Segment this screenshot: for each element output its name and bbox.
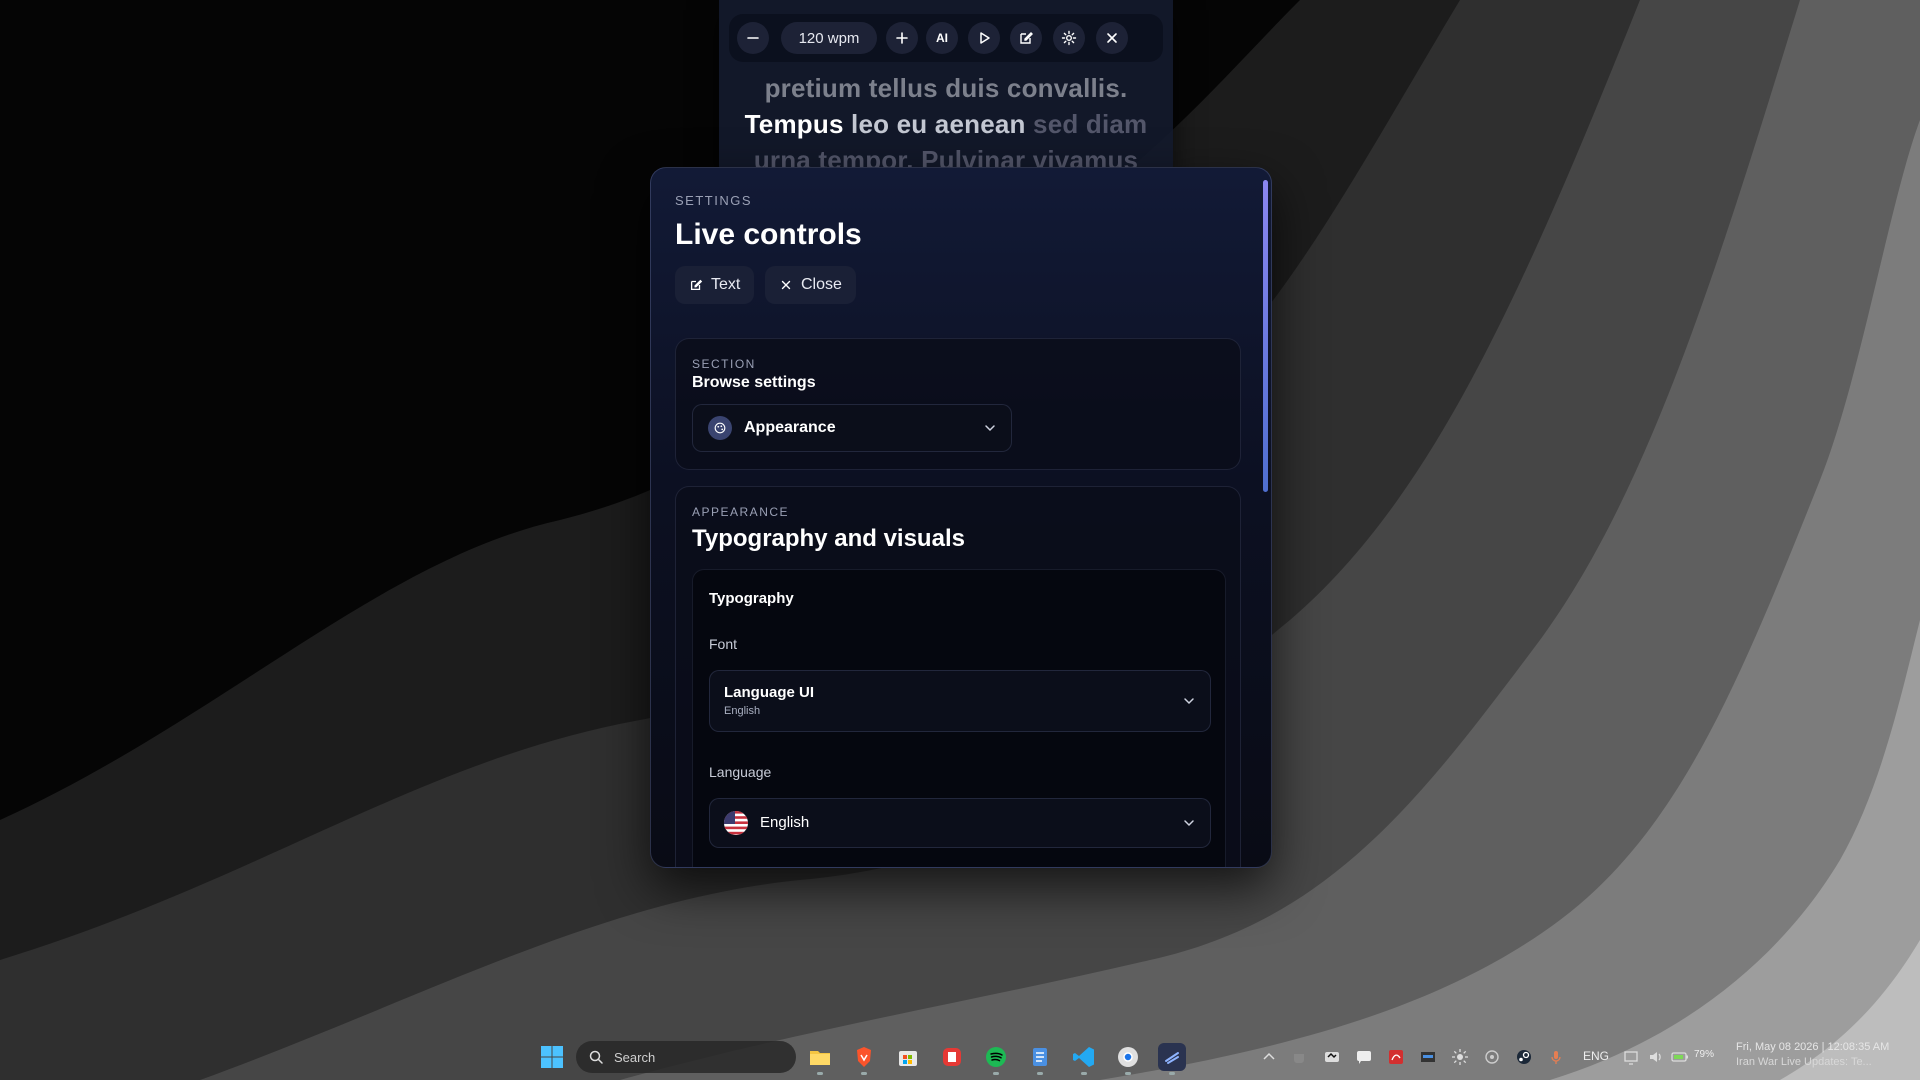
reader-widget: 120 wpm AI pretium tellus duis convallis… bbox=[719, 0, 1173, 180]
windows-start-icon[interactable] bbox=[540, 1045, 564, 1069]
battery-percent: 79% bbox=[1694, 1049, 1715, 1060]
vscode-icon[interactable] bbox=[1070, 1043, 1098, 1075]
clock[interactable]: Fri, May 08 2026 | 12:08:35 AM Iran War … bbox=[1736, 1040, 1889, 1070]
panel-eyebrow: SETTINGS bbox=[675, 193, 753, 208]
section-subtitle: Browse settings bbox=[692, 374, 816, 391]
brightness-icon[interactable] bbox=[1451, 1048, 1469, 1066]
current-word: Tempus bbox=[744, 109, 844, 139]
reader-line: pretium tellus duis convallis. bbox=[719, 70, 1173, 106]
close-button-label: Close bbox=[801, 276, 842, 293]
appearance-card: APPEARANCE Typography and visuals Typogr… bbox=[675, 486, 1241, 867]
ai-button[interactable]: AI bbox=[926, 22, 958, 54]
close-reader-button[interactable] bbox=[1096, 22, 1128, 54]
search-placeholder: Search bbox=[614, 1049, 656, 1065]
clock-datetime: Fri, May 08 2026 | 12:08:35 AM bbox=[1736, 1041, 1890, 1053]
appearance-eyebrow: APPEARANCE bbox=[692, 505, 790, 519]
cloud-icon[interactable] bbox=[1323, 1048, 1341, 1066]
settings-panel: SETTINGS Live controls Text Close SECTIO… bbox=[650, 167, 1272, 868]
reader-app-icon[interactable] bbox=[1158, 1043, 1186, 1075]
speed-display: 120 wpm bbox=[781, 22, 877, 54]
taskbar-search[interactable]: Search bbox=[576, 1041, 796, 1073]
text-button-label: Text bbox=[711, 276, 741, 293]
section-dropdown[interactable]: Appearance bbox=[692, 404, 1012, 452]
monitor-icon[interactable] bbox=[1419, 1048, 1437, 1066]
notepad-icon[interactable] bbox=[1026, 1043, 1054, 1075]
play-icon bbox=[980, 32, 990, 44]
increase-speed-button[interactable] bbox=[886, 22, 918, 54]
section-eyebrow: SECTION bbox=[692, 357, 756, 371]
reader-line: Tempus leo eu aenean sed diam bbox=[719, 106, 1173, 142]
reader-word-segment: leo eu aenean bbox=[843, 109, 1034, 139]
spotify-icon[interactable] bbox=[982, 1043, 1010, 1075]
close-icon bbox=[781, 280, 791, 290]
typography-group: Typography Font Language UI English Lang… bbox=[692, 569, 1226, 867]
microphone-icon[interactable] bbox=[1547, 1048, 1565, 1066]
chevron-down-icon bbox=[1184, 820, 1194, 827]
typography-title: Typography bbox=[709, 590, 794, 607]
chrome-icon[interactable] bbox=[1114, 1043, 1142, 1075]
text-button[interactable]: Text bbox=[675, 266, 755, 304]
gear-icon bbox=[1061, 30, 1077, 46]
reader-toolbar: 120 wpm AI bbox=[729, 14, 1163, 62]
font-select[interactable]: Language UI English bbox=[709, 670, 1211, 732]
minus-icon bbox=[747, 37, 759, 39]
panel-title: Live controls bbox=[675, 218, 862, 251]
input-language[interactable]: ENG bbox=[1583, 1049, 1609, 1063]
plus-icon bbox=[896, 32, 908, 44]
reader-word-segment: sed diam bbox=[1033, 109, 1148, 139]
play-button[interactable] bbox=[968, 22, 1000, 54]
edit-icon bbox=[690, 279, 703, 291]
language-value: English bbox=[760, 814, 810, 831]
chevron-up-icon[interactable] bbox=[1260, 1048, 1278, 1066]
steam-icon[interactable] bbox=[1515, 1048, 1533, 1066]
news-ticker[interactable]: Iran War Live Updates: Te... bbox=[1736, 1055, 1889, 1070]
section-card: SECTION Browse settings Appearance bbox=[675, 338, 1241, 470]
font-label: Font bbox=[709, 636, 738, 652]
reader-word-segment: pretium tellus duis convallis. bbox=[764, 73, 1128, 103]
ai-label: AI bbox=[936, 31, 948, 45]
font-subtext: English bbox=[724, 705, 761, 717]
pdf-icon[interactable] bbox=[1387, 1048, 1405, 1066]
file-explorer-icon[interactable] bbox=[806, 1043, 834, 1075]
settings-button[interactable] bbox=[1053, 22, 1085, 54]
edit-text-button[interactable] bbox=[1010, 22, 1042, 54]
chevron-down-icon bbox=[1184, 698, 1194, 705]
section-selected: Appearance bbox=[744, 419, 836, 436]
cup-icon[interactable] bbox=[1291, 1048, 1309, 1066]
store-icon[interactable] bbox=[894, 1043, 922, 1071]
language-label: Language bbox=[709, 764, 772, 780]
volume-icon[interactable] bbox=[1647, 1048, 1665, 1066]
taskbar: Search ENG 79% Fri, May 08 2026 | 12:08:… bbox=[0, 1034, 1920, 1080]
network-icon[interactable] bbox=[1623, 1048, 1641, 1066]
search-icon bbox=[589, 1050, 603, 1064]
appearance-title: Typography and visuals bbox=[692, 525, 965, 552]
panel-scrollbar[interactable] bbox=[1263, 180, 1268, 492]
decrease-speed-button[interactable] bbox=[737, 22, 769, 54]
us-flag-icon bbox=[724, 811, 748, 835]
chevron-down-icon bbox=[985, 425, 995, 432]
font-value: Language UI bbox=[724, 684, 815, 701]
brave-browser-icon[interactable] bbox=[850, 1043, 878, 1075]
palette-icon bbox=[708, 416, 732, 440]
chat-icon[interactable] bbox=[1355, 1048, 1373, 1066]
reader-text: pretium tellus duis convallis. Tempus leo… bbox=[719, 70, 1173, 178]
close-icon bbox=[1107, 33, 1117, 43]
battery-icon[interactable] bbox=[1671, 1048, 1689, 1066]
sync-icon[interactable] bbox=[1483, 1048, 1501, 1066]
close-button[interactable]: Close bbox=[765, 266, 856, 304]
language-select[interactable]: English bbox=[709, 798, 1211, 848]
notes-app-icon[interactable] bbox=[938, 1043, 966, 1071]
edit-icon bbox=[1020, 32, 1033, 44]
